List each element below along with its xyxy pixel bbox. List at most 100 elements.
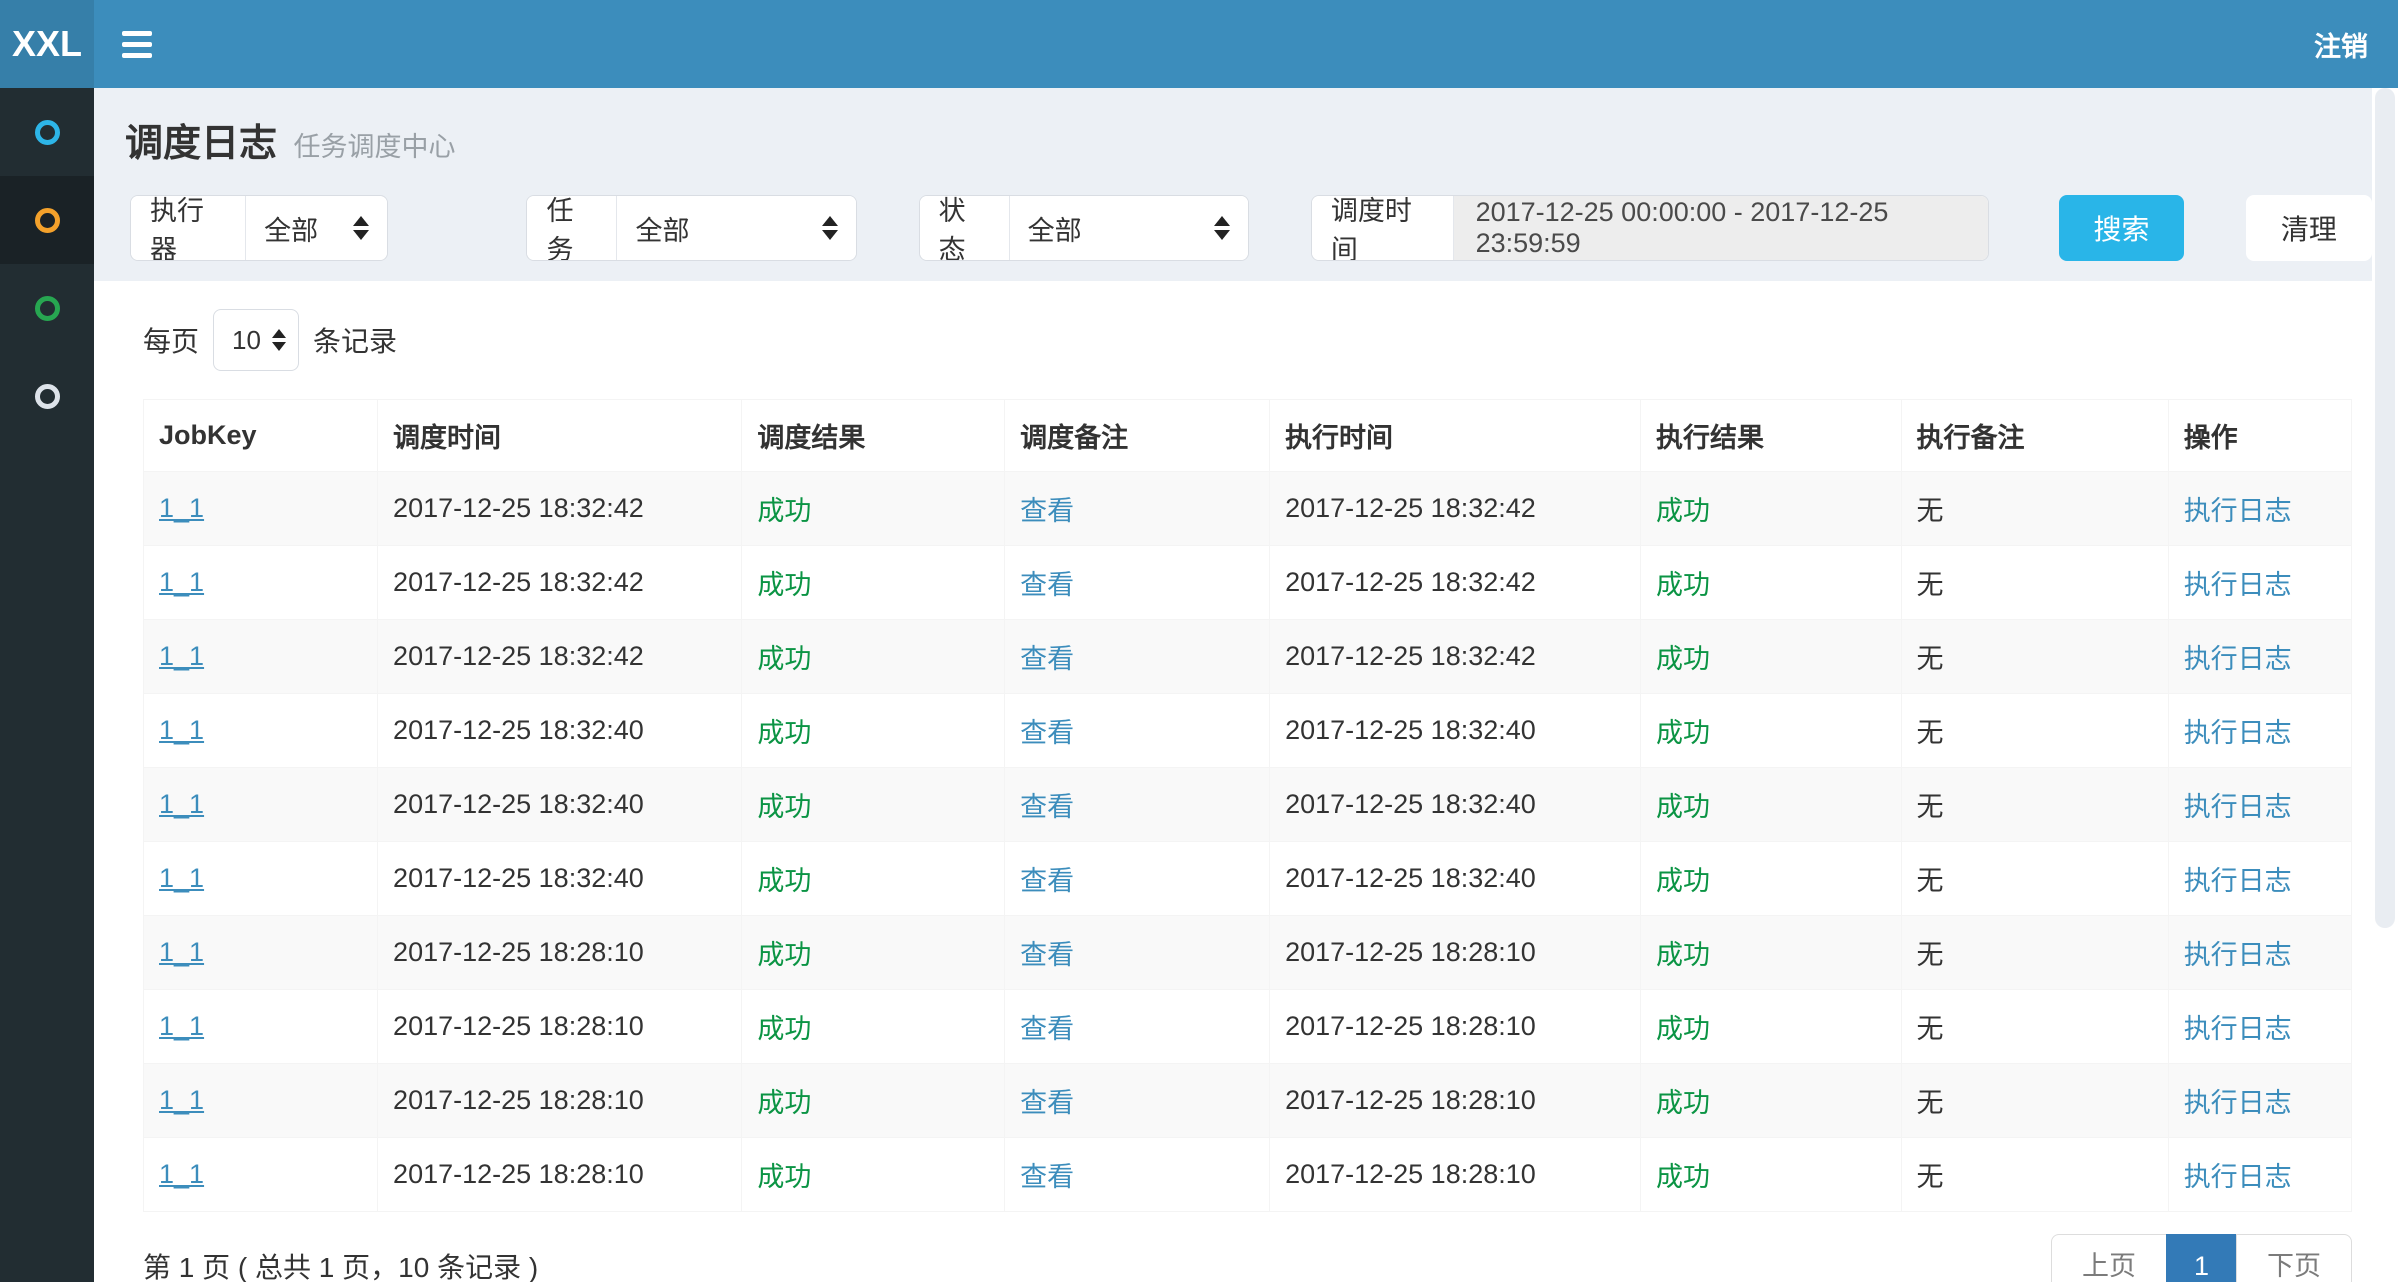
- jobkey-link[interactable]: 1_1: [159, 863, 204, 893]
- status-filter-select[interactable]: 全部: [1010, 196, 1248, 260]
- sidebar-toggle-icon[interactable]: [122, 31, 152, 58]
- trigger-time-filter-label: 调度时间: [1312, 196, 1454, 260]
- handle-time-cell: 2017-12-25 18:32:42: [1285, 641, 1536, 671]
- handle-result-cell: 成功: [1656, 644, 1710, 674]
- trigger-msg-link[interactable]: 查看: [1020, 496, 1074, 526]
- sidebar-item-1[interactable]: [0, 88, 94, 176]
- handle-msg-cell: 无: [1917, 644, 1944, 674]
- scrollbar-thumb[interactable]: [2375, 88, 2395, 928]
- table-row: 1_12017-12-25 18:28:10成功查看2017-12-25 18:…: [144, 916, 2352, 990]
- current-page-button[interactable]: 1: [2166, 1234, 2237, 1282]
- trigger-time-cell: 2017-12-25 18:28:10: [393, 1159, 644, 1189]
- trigger-msg-link[interactable]: 查看: [1020, 1014, 1074, 1044]
- trigger-msg-link[interactable]: 查看: [1020, 1088, 1074, 1118]
- trigger-msg-link[interactable]: 查看: [1020, 1162, 1074, 1192]
- handle-time-cell: 2017-12-25 18:32:40: [1285, 715, 1536, 745]
- sidebar-item-4[interactable]: [0, 352, 94, 440]
- handle-result-cell: 成功: [1656, 940, 1710, 970]
- table-footer: 第 1 页 ( 总共 1 页，10 条记录 ) 上页 1 下页: [143, 1234, 2352, 1282]
- log-panel: 每页 10 条记录 JobKey调度时间调度结果调度备注执行时间执行结果执行备注…: [94, 281, 2372, 1282]
- select-arrows-icon: [353, 216, 369, 240]
- table-row: 1_12017-12-25 18:32:42成功查看2017-12-25 18:…: [144, 472, 2352, 546]
- scrollbar-track[interactable]: [2372, 88, 2398, 1282]
- exec-log-link[interactable]: 执行日志: [2184, 1162, 2292, 1192]
- trigger-result-cell: 成功: [757, 570, 811, 600]
- trigger-time-cell: 2017-12-25 18:32:40: [393, 789, 644, 819]
- column-header: 调度备注: [1005, 400, 1270, 472]
- executor-filter-select[interactable]: 全部: [246, 196, 387, 260]
- logout-link[interactable]: 注销: [2314, 25, 2368, 64]
- trigger-msg-link[interactable]: 查看: [1020, 644, 1074, 674]
- trigger-result-cell: 成功: [757, 866, 811, 896]
- trigger-time-cell: 2017-12-25 18:28:10: [393, 1011, 644, 1041]
- handle-result-cell: 成功: [1656, 866, 1710, 896]
- navbar-main: 注销: [94, 0, 2398, 88]
- exec-log-link[interactable]: 执行日志: [2184, 1088, 2292, 1118]
- circle-icon-green: [35, 296, 60, 321]
- trigger-msg-link[interactable]: 查看: [1020, 792, 1074, 822]
- exec-log-link[interactable]: 执行日志: [2184, 644, 2292, 674]
- trigger-msg-link[interactable]: 查看: [1020, 718, 1074, 748]
- handle-msg-cell: 无: [1917, 866, 1944, 896]
- table-row: 1_12017-12-25 18:32:42成功查看2017-12-25 18:…: [144, 546, 2352, 620]
- executor-filter-label: 执行器: [131, 196, 246, 260]
- exec-log-link[interactable]: 执行日志: [2184, 496, 2292, 526]
- exec-log-link[interactable]: 执行日志: [2184, 718, 2292, 748]
- handle-result-cell: 成功: [1656, 792, 1710, 822]
- jobkey-link[interactable]: 1_1: [159, 1159, 204, 1189]
- exec-log-link[interactable]: 执行日志: [2184, 1014, 2292, 1044]
- select-arrows-icon: [272, 329, 286, 351]
- handle-time-cell: 2017-12-25 18:32:40: [1285, 789, 1536, 819]
- jobkey-link[interactable]: 1_1: [159, 937, 204, 967]
- trigger-time-cell: 2017-12-25 18:28:10: [393, 937, 644, 967]
- page-size-control: 每页 10 条记录: [143, 309, 2352, 371]
- filter-toolbar: 执行器 全部 任务 全部 状态 全部: [130, 195, 2372, 261]
- jobkey-link[interactable]: 1_1: [159, 641, 204, 671]
- handle-time-cell: 2017-12-25 18:32:42: [1285, 493, 1536, 523]
- trigger-result-cell: 成功: [757, 940, 811, 970]
- trigger-time-filter-group: 调度时间 2017-12-25 00:00:00 - 2017-12-25 23…: [1311, 195, 1989, 261]
- search-button[interactable]: 搜索: [2059, 195, 2183, 261]
- handle-msg-cell: 无: [1917, 570, 1944, 600]
- sidebar-item-2[interactable]: [0, 176, 94, 264]
- trigger-result-cell: 成功: [757, 1014, 811, 1044]
- page-size-select[interactable]: 10: [213, 309, 299, 371]
- status-filter-label: 状态: [920, 196, 1010, 260]
- exec-log-link[interactable]: 执行日志: [2184, 940, 2292, 970]
- jobkey-link[interactable]: 1_1: [159, 1011, 204, 1041]
- handle-msg-cell: 无: [1917, 1162, 1944, 1192]
- exec-log-link[interactable]: 执行日志: [2184, 866, 2292, 896]
- job-filter-group: 任务 全部: [526, 195, 856, 261]
- trigger-msg-link[interactable]: 查看: [1020, 866, 1074, 896]
- table-row: 1_12017-12-25 18:28:10成功查看2017-12-25 18:…: [144, 990, 2352, 1064]
- handle-time-cell: 2017-12-25 18:32:40: [1285, 863, 1536, 893]
- job-filter-select[interactable]: 全部: [617, 196, 855, 260]
- jobkey-link[interactable]: 1_1: [159, 715, 204, 745]
- prev-page-button[interactable]: 上页: [2051, 1234, 2167, 1282]
- clear-button[interactable]: 清理: [2246, 195, 2372, 261]
- jobkey-link[interactable]: 1_1: [159, 789, 204, 819]
- sidebar-nav: [0, 88, 94, 1282]
- trigger-msg-link[interactable]: 查看: [1020, 940, 1074, 970]
- trigger-time-range-input[interactable]: 2017-12-25 00:00:00 - 2017-12-25 23:59:5…: [1454, 196, 1989, 260]
- trigger-msg-link[interactable]: 查看: [1020, 570, 1074, 600]
- log-table: JobKey调度时间调度结果调度备注执行时间执行结果执行备注操作 1_12017…: [143, 399, 2352, 1212]
- column-header: 操作: [2168, 400, 2351, 472]
- handle-time-cell: 2017-12-25 18:28:10: [1285, 1159, 1536, 1189]
- main-content: 调度日志 任务调度中心 执行器 全部 任务 全部 状态: [94, 88, 2398, 1282]
- handle-msg-cell: 无: [1917, 940, 1944, 970]
- column-header: 调度结果: [742, 400, 1005, 472]
- jobkey-link[interactable]: 1_1: [159, 1085, 204, 1115]
- trigger-result-cell: 成功: [757, 644, 811, 674]
- next-page-button[interactable]: 下页: [2236, 1234, 2352, 1282]
- sidebar-item-3[interactable]: [0, 264, 94, 352]
- circle-icon-aqua: [35, 120, 60, 145]
- column-header: 执行时间: [1270, 400, 1641, 472]
- trigger-time-cell: 2017-12-25 18:32:40: [393, 715, 644, 745]
- trigger-result-cell: 成功: [757, 718, 811, 748]
- exec-log-link[interactable]: 执行日志: [2184, 792, 2292, 822]
- jobkey-link[interactable]: 1_1: [159, 493, 204, 523]
- app-logo[interactable]: XXL: [0, 0, 94, 88]
- jobkey-link[interactable]: 1_1: [159, 567, 204, 597]
- exec-log-link[interactable]: 执行日志: [2184, 570, 2292, 600]
